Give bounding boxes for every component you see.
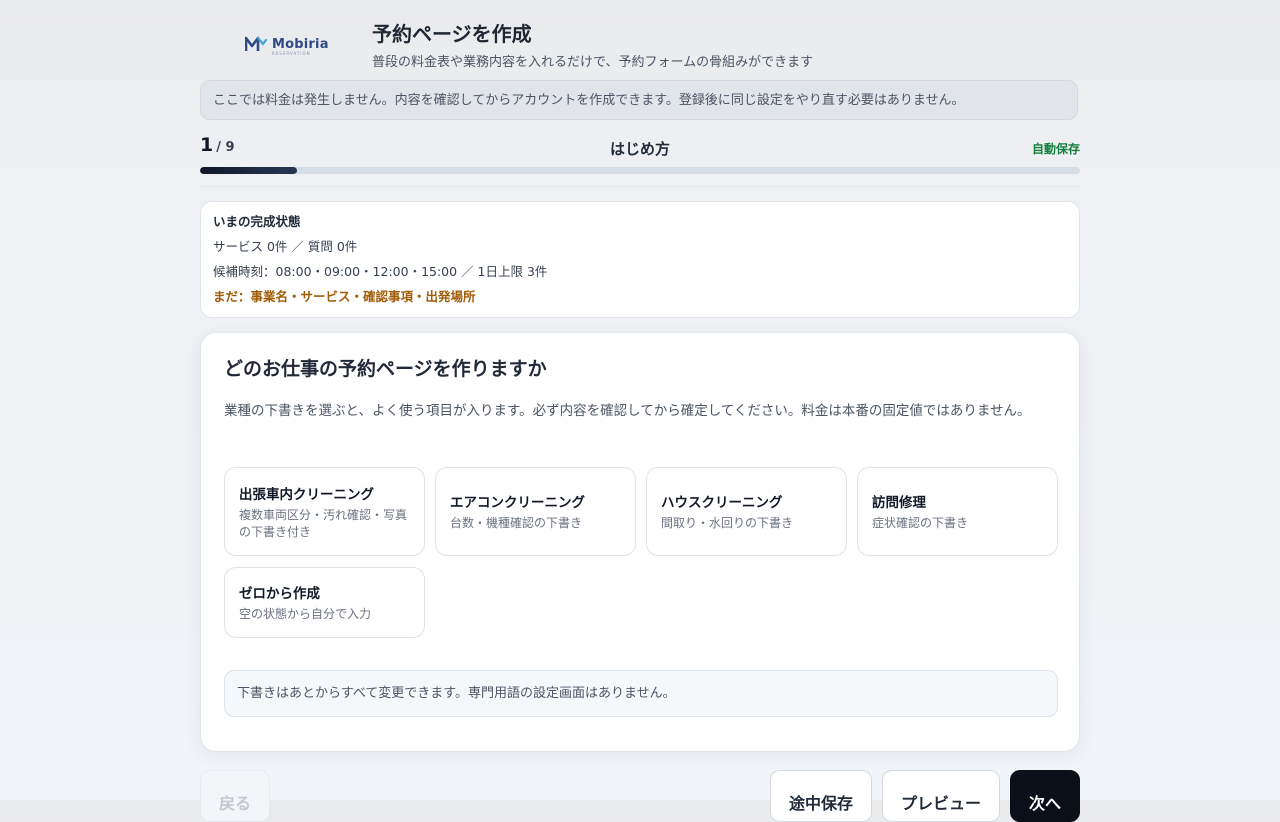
step-indicator: 1/ 9 はじめ方 自動保存 — [200, 134, 1080, 164]
option-desc: 複数車両区分・汚れ確認・写真の下書き付き — [239, 507, 408, 539]
next-button[interactable]: 次へ — [1010, 770, 1080, 822]
option-title: ハウスクリーニング — [661, 495, 783, 511]
question-description: 業種の下書きを選ぶと、よく使う項目が入ります。必ず内容を確認してから確定してくだ… — [224, 403, 1031, 419]
option-title: ゼロから作成 — [239, 586, 320, 602]
option-desc: 間取り・水回りの下書き — [661, 516, 794, 530]
option-desc: 症状確認の下書き — [872, 516, 969, 530]
autosave-status: 自動保存 — [1031, 142, 1080, 156]
page-title: 予約ページを作成 — [372, 22, 532, 46]
status-heading: いまの完成状態 — [213, 214, 301, 229]
status-slots: 候補時刻：08:00・09:00・12:00・15:00 ／ 1日上限 3件 — [213, 264, 548, 279]
question-title: どのお仕事の予約ページを作りますか — [224, 358, 547, 380]
option-aircon-cleaning[interactable]: エアコンクリーニング 台数・機種確認の下書き — [435, 467, 636, 556]
back-button[interactable]: 戻る — [200, 770, 270, 822]
divider — [200, 186, 1080, 187]
info-notice: ここでは料金は発生しません。内容を確認してからアカウントを作成できます。登録後に… — [200, 80, 1078, 120]
option-title: エアコンクリーニング — [450, 495, 585, 511]
page-subtitle: 普段の料金表や業務内容を入れるだけで、予約フォームの骨組みができます — [372, 55, 814, 70]
save-draft-button[interactable]: 途中保存 — [770, 770, 872, 822]
question-card: どのお仕事の予約ページを作りますか 業種の下書きを選ぶと、よく使う項目が入ります… — [200, 332, 1080, 752]
draft-tip: 下書きはあとからすべて変更できます。専門用語の設定画面はありません。 — [224, 670, 1058, 717]
brand-tagline: RESERVATION — [272, 51, 311, 56]
brand-name: Mobiria — [272, 36, 329, 52]
option-title: 出張車内クリーニング — [239, 486, 374, 503]
option-title: 訪問修理 — [872, 495, 926, 511]
option-desc: 台数・機種確認の下書き — [450, 516, 583, 530]
brand-logo: Mobiria RESERVATION — [245, 35, 329, 56]
preview-button[interactable]: プレビュー — [882, 770, 1000, 822]
page-header: Mobiria RESERVATION 予約ページを作成 普段の料金表や業務内容… — [200, 14, 1080, 74]
status-missing: まだ：事業名・サービス・確認事項・出発場所 — [213, 289, 476, 304]
status-counts: サービス 0件 ／ 質問 0件 — [213, 239, 358, 254]
wizard-page: Mobiria RESERVATION 予約ページを作成 普段の料金表や業務内容… — [200, 0, 1080, 822]
option-house-cleaning[interactable]: ハウスクリーニング 間取り・水回りの下書き — [646, 467, 847, 556]
step-name: はじめ方 — [609, 140, 670, 158]
option-from-scratch[interactable]: ゼロから作成 空の状態から自分で入力 — [224, 567, 425, 638]
progress-fill — [200, 167, 297, 174]
option-desc: 空の状態から自分で入力 — [239, 607, 372, 621]
option-car-cleaning[interactable]: 出張車内クリーニング 複数車両区分・汚れ確認・写真の下書き付き — [224, 467, 425, 556]
progress-bar — [200, 167, 1080, 174]
logo-mark-icon — [245, 36, 267, 51]
option-home-repair[interactable]: 訪問修理 症状確認の下書き — [857, 467, 1058, 556]
completion-status-card: いまの完成状態 サービス 0件 ／ 質問 0件 候補時刻：08:00・09:00… — [200, 201, 1080, 318]
